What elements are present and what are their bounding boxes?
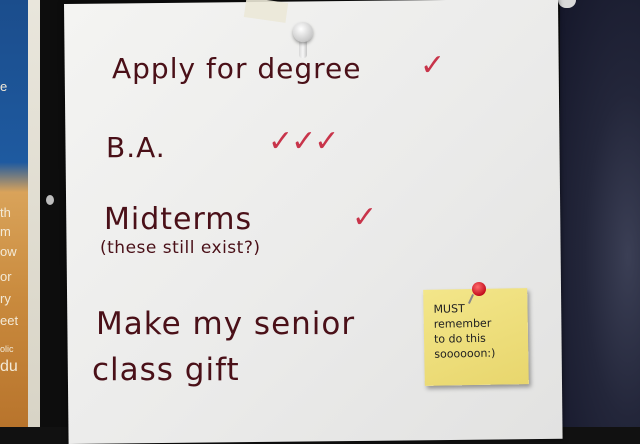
pushpin-icon (293, 22, 313, 42)
pushpin-icon (46, 195, 54, 205)
left-poster-text: m (0, 224, 11, 239)
left-poster-text: olic (0, 344, 14, 354)
list-item-senior-gift: Make my senior (96, 306, 356, 342)
checkmark-icon: ✓ (420, 48, 446, 83)
left-poster-text: eet (0, 313, 19, 328)
list-item-senior-gift-line2: class gift (92, 352, 240, 388)
list-item-ba: B.A. (106, 131, 166, 164)
sticky-line: to do this (433, 331, 486, 346)
red-pushpin-icon (472, 282, 486, 296)
list-item-note: (these still exist?) (100, 238, 261, 258)
right-poster (560, 0, 640, 427)
list-item-apply-degree: Apply for degree (112, 52, 362, 85)
left-poster-text: e (0, 79, 8, 94)
list-item-midterms: Midterms (104, 202, 253, 237)
checkmark-icon: ✓ (352, 200, 378, 235)
left-poster-text: ow (0, 244, 17, 259)
left-poster-text: or (0, 269, 12, 284)
checkmark-icon: ✓✓✓ (268, 124, 339, 159)
left-poster-text: du (0, 358, 18, 375)
sticky-line: remember (433, 316, 492, 331)
sticky-note: MUST remember to do this soooooon:) (423, 288, 529, 386)
left-poster-text: th (0, 205, 11, 220)
sticky-line: soooooon:) (434, 346, 496, 361)
left-poster-text: ry (0, 291, 11, 306)
sticky-line: MUST (433, 302, 465, 316)
